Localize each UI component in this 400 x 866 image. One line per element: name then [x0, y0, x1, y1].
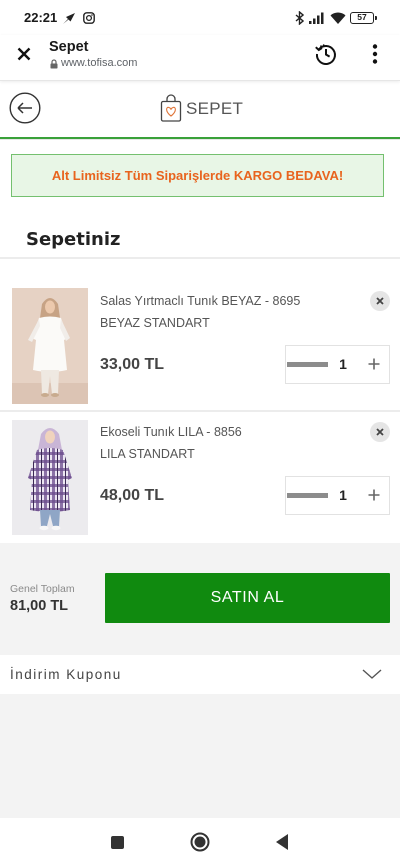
item-price: 48,00 TL	[100, 487, 165, 504]
bluetooth-icon	[295, 11, 304, 25]
item-price: 33,00 TL	[100, 356, 165, 373]
browser-tab-title: Sepet	[49, 39, 89, 55]
history-icon[interactable]	[314, 42, 338, 66]
item-name[interactable]: Ekoseli Tunık LILA - 8856	[100, 425, 242, 440]
free-shipping-banner: Alt Limitsiz Tüm Siparişlerde KARGO BEDA…	[11, 154, 384, 197]
home-icon[interactable]	[190, 832, 210, 852]
quantity-value: 1	[339, 356, 347, 372]
cart-heading: Sepetiniz	[26, 229, 121, 250]
product-image[interactable]	[12, 288, 88, 404]
checkout-button[interactable]: SATIN AL	[105, 573, 390, 623]
item-variant: LILA STANDART	[100, 447, 195, 461]
more-vert-icon[interactable]	[372, 43, 378, 64]
minus-icon[interactable]	[287, 493, 328, 498]
close-icon[interactable]	[17, 47, 31, 61]
battery-icon: 57	[350, 12, 374, 24]
battery-nub	[374, 16, 377, 20]
page-title: SEPET	[186, 99, 244, 118]
browser-toolbar: Sepet www.tofisa.com	[0, 35, 400, 81]
chevron-down-icon	[362, 669, 382, 679]
remove-item-button[interactable]	[370, 422, 390, 442]
quantity-stepper: 1	[285, 345, 390, 384]
item-name[interactable]: Salas Yırtmaclı Tunık BEYAZ - 8695	[100, 294, 300, 309]
header-divider-shadow	[0, 139, 400, 140]
quantity-value: 1	[339, 487, 347, 503]
minus-icon[interactable]	[287, 362, 328, 367]
product-image[interactable]	[12, 420, 88, 535]
system-nav-bar	[0, 818, 400, 866]
coupon-label: İndirim Kuponu	[10, 667, 122, 682]
back-icon[interactable]	[276, 834, 288, 850]
wifi-icon	[330, 12, 346, 24]
remove-icon	[376, 297, 384, 305]
plus-icon[interactable]	[368, 358, 380, 370]
signal-icon	[309, 12, 324, 24]
remove-item-button[interactable]	[370, 291, 390, 311]
coupon-toggle[interactable]: İndirim Kuponu	[0, 655, 400, 694]
plus-icon[interactable]	[368, 489, 380, 501]
browser-url[interactable]: www.tofisa.com	[61, 57, 137, 70]
recents-icon[interactable]	[111, 836, 124, 849]
instagram-icon	[83, 12, 95, 24]
cart-item: Salas Yırtmaclı Tunık BEYAZ - 8695 BEYAZ…	[0, 259, 400, 410]
quantity-stepper: 1	[285, 476, 390, 515]
shopping-bag-icon	[160, 94, 182, 122]
total-label: Genel Toplam	[10, 583, 75, 595]
total-value: 81,00 TL	[10, 598, 69, 614]
status-time: 22:21	[24, 10, 58, 25]
back-arrow-icon[interactable]	[9, 92, 41, 124]
item-variant: BEYAZ STANDART	[100, 316, 210, 330]
status-bar: 22:21 57	[0, 0, 400, 35]
cart-item: Ekoseli Tunık LILA - 8856 LILA STANDART …	[0, 412, 400, 543]
app-notification-icon	[63, 13, 75, 24]
remove-icon	[376, 428, 384, 436]
lock-icon	[50, 59, 58, 69]
